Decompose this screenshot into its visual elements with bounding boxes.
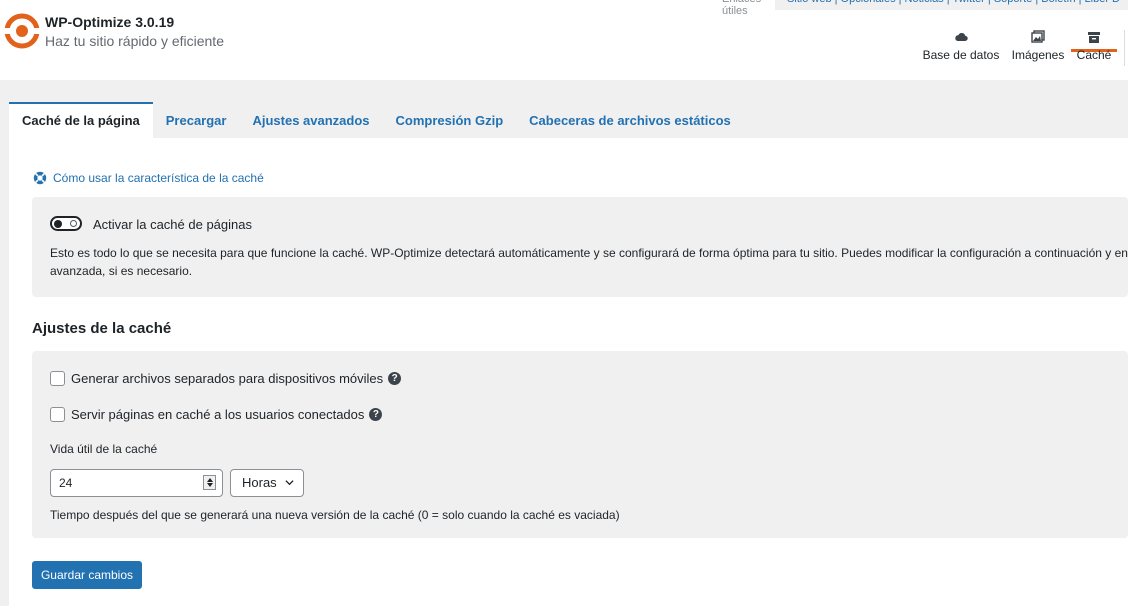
lifebuoy-icon [33,171,47,185]
enable-cache-box: Activar la caché de páginas Esto es todo… [32,197,1128,297]
cache-tabs: Caché de la página Precargar Ajustes ava… [9,102,744,138]
images-icon [1031,30,1045,43]
module-images[interactable]: Imágenes [1009,0,1067,62]
cache-lifespan-label: Vida útil de la caché [50,442,158,456]
app-subtitle: Haz tu sitio rápido y eficiente [45,33,224,49]
module-cache[interactable]: Caché [1071,0,1117,62]
cache-lifespan-input[interactable]: 24 [50,469,223,497]
enable-cache-toggle[interactable] [50,216,82,231]
help-link-label: Cómo usar la característica de la caché [53,171,264,185]
module-label: Caché [1076,48,1112,62]
logged-in-row: Servir páginas en caché a los usuarios c… [50,407,383,422]
module-database[interactable]: Base de datos [922,0,1000,62]
help-icon[interactable]: ? [369,408,383,421]
tab-static-file-headers[interactable]: Cabeceras de archivos estáticos [516,102,744,138]
cache-lifespan-hint: Tiempo después del que se generará una n… [50,508,620,522]
module-label: Base de datos [922,48,1000,62]
toggle-knob [54,219,62,228]
cache-lifespan-unit-select[interactable]: Horas [230,469,304,497]
enable-cache-description: Esto es todo lo que se necesita para que… [50,246,1128,278]
unit-select-value: Horas [242,475,277,490]
archive-icon [1088,32,1100,43]
tab-preload[interactable]: Precargar [153,102,240,138]
toggle-off-indicator [70,220,77,227]
number-spinner[interactable] [203,475,216,490]
help-icon[interactable]: ? [388,372,402,385]
header-divider [1124,30,1125,66]
logged-in-label: Servir páginas en caché a los usuarios c… [71,407,365,422]
app-title: WP-Optimize 3.0.19 [45,14,175,30]
page-cache-panel: Cómo usar la característica de la caché … [9,138,1128,606]
header: WP-Optimize 3.0.19 Haz tu sitio rápido y… [0,0,1128,80]
help-link[interactable]: Cómo usar la característica de la caché [33,171,264,185]
mobile-files-checkbox[interactable] [50,371,65,386]
cache-settings-box: Generar archivos separados para disposit… [32,351,1128,538]
tab-advanced-settings[interactable]: Ajustes avanzados [239,102,382,138]
cloud-icon [955,32,968,42]
useful-links-label: Enlaces útiles [722,0,761,17]
cache-settings-title: Ajustes de la caché [32,320,172,337]
logged-in-checkbox[interactable] [50,407,65,422]
tab-gzip-compression[interactable]: Compresión Gzip [383,102,517,138]
tab-page-cache[interactable]: Caché de la página [9,102,153,138]
module-label: Imágenes [1011,48,1065,62]
save-button[interactable]: Guardar cambios [32,561,142,589]
chevron-down-icon [285,480,294,486]
enable-cache-label: Activar la caché de páginas [93,217,252,232]
wp-optimize-logo-icon [4,13,40,49]
mobile-files-row: Generar archivos separados para disposit… [50,371,402,386]
mobile-files-label: Generar archivos separados para disposit… [71,371,384,386]
